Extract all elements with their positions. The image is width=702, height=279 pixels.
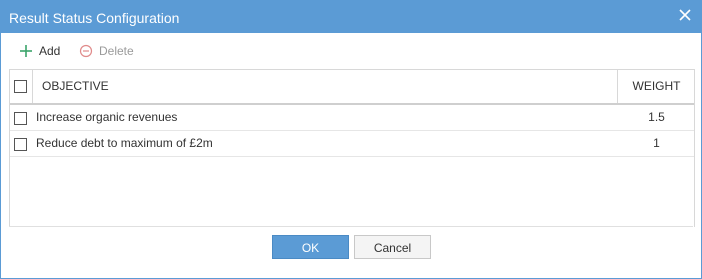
objective-cell: Reduce debt to maximum of £2m <box>36 136 213 150</box>
close-button[interactable] <box>677 7 693 23</box>
close-icon <box>679 9 691 21</box>
row-checkbox[interactable] <box>14 112 27 125</box>
cancel-button[interactable]: Cancel <box>354 235 431 259</box>
weight-cell: 1.5 <box>648 110 665 124</box>
ok-button[interactable]: OK <box>272 235 349 259</box>
header-select-cell <box>10 70 33 103</box>
add-button-label: Add <box>39 44 61 58</box>
objectives-grid: OBJECTIVE WEIGHT Increase organic revenu… <box>9 69 695 227</box>
minus-circle-icon <box>79 44 93 58</box>
dialog-title: Result Status Configuration <box>9 10 180 26</box>
select-all-checkbox[interactable] <box>14 80 27 93</box>
column-header-objective[interactable]: OBJECTIVE <box>33 70 618 103</box>
dialog-footer: OK Cancel <box>9 226 693 270</box>
table-row[interactable]: Increase organic revenues 1.5 <box>10 105 694 131</box>
dialog-titlebar: Result Status Configuration <box>1 1 701 33</box>
column-header-weight[interactable]: WEIGHT <box>619 70 694 103</box>
delete-button-label: Delete <box>99 44 134 58</box>
grid-header: OBJECTIVE WEIGHT <box>10 70 694 105</box>
table-row[interactable]: Reduce debt to maximum of £2m 1 <box>10 131 694 157</box>
row-checkbox[interactable] <box>14 138 27 151</box>
result-status-dialog: Result Status Configuration Add Delete O… <box>0 0 702 279</box>
weight-cell: 1 <box>653 136 660 150</box>
objective-cell: Increase organic revenues <box>36 110 178 124</box>
plus-icon <box>20 45 32 57</box>
